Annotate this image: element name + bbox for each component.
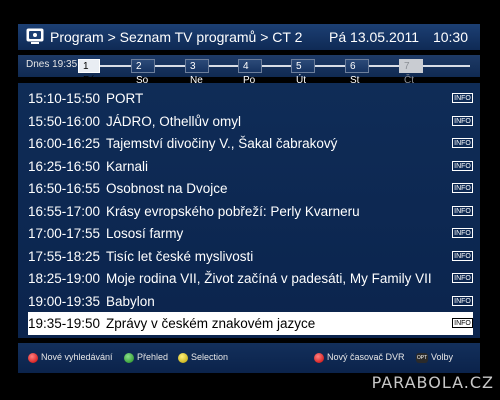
program-time: 19:35-19:50 [28,316,101,331]
program-row[interactable]: 15:50-16:00 JÁDRO, Othellův omyl INFO [28,110,473,133]
info-icon[interactable]: INFO [452,295,473,306]
yellow-button-label: Selection [191,352,229,362]
green-button-label: Přehled [137,352,169,362]
program-row[interactable]: 19:00-19:35 Babylon INFO [28,290,473,313]
program-list: 15:10-15:50 PORT INFO 15:50-16:00 JÁDRO, Oth… [18,83,480,338]
options-button-label: Volby [431,352,454,362]
program-time: 19:00-19:35 [28,293,101,309]
red-button-new-timer[interactable]: Nový časovač DVR [314,351,405,363]
yellow-button-icon [178,352,188,363]
day-tab[interactable]: 3 Ne [185,59,209,86]
info-icon[interactable]: INFO [452,205,473,216]
program-row[interactable]: 18:25-19:00 Moje rodina VII, Život začíná… [28,267,473,290]
green-button-icon [124,352,134,363]
info-icon[interactable]: INFO [452,93,473,103]
program-time: 17:55-18:25 [28,248,101,264]
program-row[interactable]: 16:00-16:25 Tajemství divočiny V., Šakal … [28,132,473,155]
program-row[interactable]: 16:25-16:50 Karnali INFO [28,155,473,178]
program-row[interactable]: 17:00-17:55 Lososí farmy INFO [28,222,473,245]
program-title: Osobnost na Dvojce [106,181,228,196]
day-tab[interactable]: 1 Pá [78,59,100,86]
current-time: 10:30 [432,29,468,45]
current-date: Pá 13.05.2011 [329,29,420,45]
program-time: 16:25-16:50 [28,158,101,174]
date-label: Dnes 19:35 [26,59,78,70]
program-time: 16:50-16:55 [28,181,101,196]
opt-button-icon: OPT [416,352,428,363]
red2-button-label: Nový časovač DVR [327,352,405,362]
program-title: JÁDRO, Othellův omyl [106,113,242,129]
info-icon[interactable]: INFO [452,318,473,328]
info-icon[interactable]: INFO [452,183,473,193]
info-icon[interactable]: INFO [452,138,473,148]
program-title: Moje rodina VII, Život začíná v padesáti… [106,271,432,286]
day-selector-bar: Dnes 19:35 1 Pá 2 So 3 Ne 4 Po 5 Út 6 St 7 Čt [18,55,480,86]
day-tab[interactable]: 7 Čt [399,59,423,86]
day-tab[interactable]: 2 So [131,59,155,86]
program-title: Tisíc let české myslivosti [106,248,254,264]
options-button[interactable]: OPT Volby [416,351,453,363]
footer-bar: Nové vyhledávání Přehled Selection Nový … [18,343,480,373]
program-title: Babylon [106,293,155,309]
program-title: Zprávy v českém znakovém jazyce [106,316,316,331]
watermark: PARABOLA.CZ [371,373,494,392]
program-row[interactable]: 16:55-17:00 Krásy evropského pobřeží: Per… [28,200,473,223]
program-row[interactable]: 15:10-15:50 PORT INFO [28,87,473,110]
red-button-icon [28,352,38,363]
day-tab[interactable]: 4 Po [238,59,262,86]
info-icon[interactable]: INFO [452,228,473,238]
program-time: 18:25-19:00 [28,271,101,286]
header-bar: Program > Seznam TV programů > CT 2 Pá 1… [18,24,480,50]
program-title: Tajemství divočiny V., Šakal čabrakový [106,136,338,151]
red-button-label: Nové vyhledávání [41,352,113,362]
day-tab[interactable]: 6 St [345,59,369,86]
program-title: Karnali [106,158,149,174]
green-button-overview[interactable]: Přehled [124,351,168,363]
yellow-button-selection[interactable]: Selection [178,351,228,363]
day-tab[interactable]: 5 Út [291,59,315,86]
program-title: Krásy evropského pobřeží: Perly Kvarneru [106,203,360,219]
program-time: 17:00-17:55 [28,226,101,241]
program-title: Lososí farmy [106,226,184,241]
program-time: 15:50-16:00 [28,113,101,129]
breadcrumb: Program > Seznam TV programů > CT 2 [50,29,303,45]
epg-screen: Program > Seznam TV programů > CT 2 Pá 1… [0,0,500,400]
program-row[interactable]: 19:35-19:50 Zprávy v českém znakovém jazy… [28,312,473,335]
program-time: 16:55-17:00 [28,203,101,219]
tv-icon [26,28,44,44]
red-button-new-search[interactable]: Nové vyhledávání [28,351,113,363]
info-icon[interactable]: INFO [452,115,473,126]
program-time: 15:10-15:50 [28,91,101,106]
info-icon[interactable]: INFO [452,250,473,261]
red-button-icon [314,352,324,363]
date-time: Pá 13.05.2011 10:30 [319,24,468,50]
program-row[interactable]: 17:55-18:25 Tisíc let české myslivosti INF… [28,245,473,268]
program-row[interactable]: 16:50-16:55 Osobnost na Dvojce INFO [28,177,473,200]
info-icon[interactable]: INFO [452,273,473,283]
info-icon[interactable]: INFO [452,160,473,171]
program-time: 16:00-16:25 [28,136,101,151]
program-title: PORT [106,91,144,106]
